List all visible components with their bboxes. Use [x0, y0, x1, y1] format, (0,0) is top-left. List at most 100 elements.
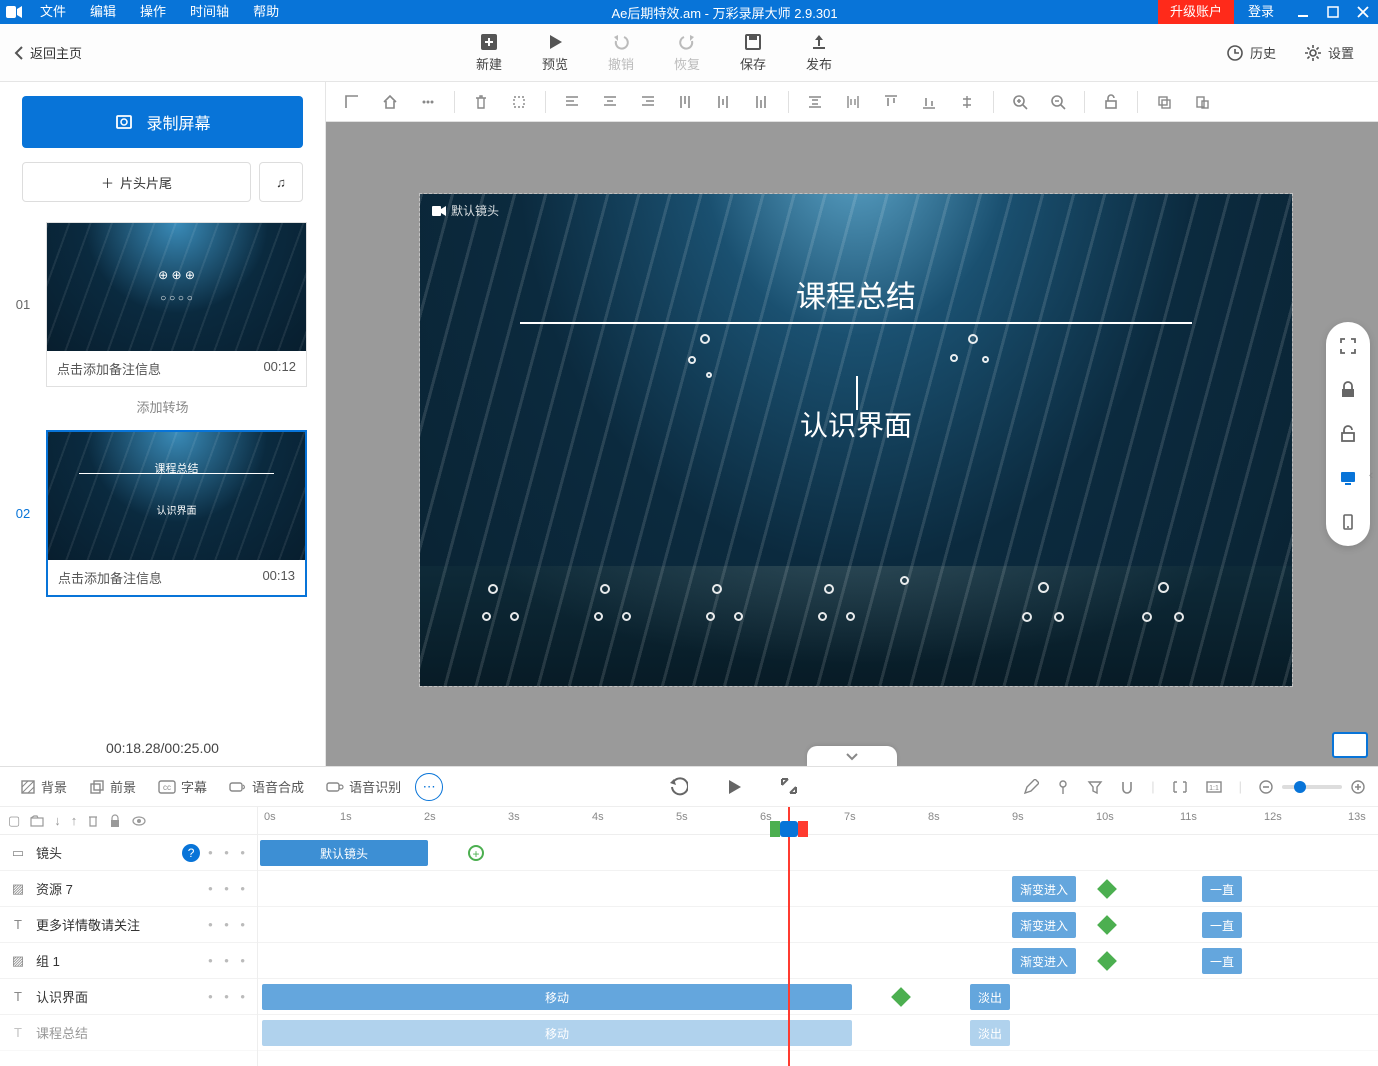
tab-subtitle[interactable]: cc字幕 [150, 773, 215, 800]
tab-asr[interactable]: 语音识别 [318, 773, 409, 800]
visibility-icon[interactable] [131, 815, 147, 827]
menu-file[interactable]: 文件 [28, 0, 78, 24]
track-options[interactable]: • • • [208, 881, 249, 896]
redo-button[interactable]: 恢复 [674, 32, 700, 73]
zoom-slider[interactable] [1282, 785, 1342, 789]
publish-button[interactable]: 发布 [806, 32, 832, 73]
clip[interactable]: 渐变进入 [1012, 876, 1076, 902]
rewind-icon[interactable] [668, 777, 688, 797]
clip[interactable]: 一直 [1202, 912, 1242, 938]
canvas-stage[interactable]: 默认镜头 课程总结 认识界面 [326, 122, 1378, 766]
close-button[interactable] [1348, 0, 1378, 24]
track-row[interactable]: ▨ 组 1 • • • [0, 943, 257, 979]
zoom-in-tl[interactable] [1350, 779, 1366, 795]
filter-icon[interactable] [1087, 779, 1103, 795]
track-options[interactable]: • • • [208, 845, 249, 860]
clip[interactable]: 一直 [1202, 876, 1242, 902]
fullscreen-icon[interactable] [1334, 332, 1362, 360]
track[interactable]: 移动 淡出 [258, 1015, 1378, 1051]
tab-more[interactable]: ⋯ [415, 773, 443, 801]
track-row[interactable]: T 更多详情敬请关注 • • • [0, 907, 257, 943]
keyframe[interactable] [891, 987, 911, 1007]
more-icon[interactable] [410, 86, 446, 118]
history-button[interactable]: 历史 [1226, 43, 1276, 62]
home-icon[interactable] [372, 86, 408, 118]
upgrade-button[interactable]: 升级账户 [1158, 0, 1234, 24]
clip[interactable]: 淡出 [970, 1020, 1010, 1046]
help-icon[interactable]: ? [182, 844, 200, 862]
login-button[interactable]: 登录 [1234, 0, 1288, 24]
track-row[interactable]: T 课程总结 [0, 1015, 257, 1051]
menu-help[interactable]: 帮助 [241, 0, 291, 24]
zoom-out-icon[interactable] [1040, 86, 1076, 118]
align-right-icon[interactable] [630, 86, 666, 118]
align-top2-icon[interactable] [873, 86, 909, 118]
move-down-icon[interactable]: ↓ [54, 813, 61, 828]
track-row[interactable]: ▨ 资源 7 • • • [0, 871, 257, 907]
scene-item[interactable]: 01 ⊕ ⊕ ⊕ ○ ○ ○ ○ 点击添加备注信息 00:12 [0, 216, 325, 389]
lock-track-icon[interactable] [109, 814, 121, 828]
add-music-button[interactable]: ♫ [259, 162, 303, 202]
add-keyframe[interactable]: + [468, 845, 484, 861]
marker-icon[interactable] [1055, 779, 1071, 795]
track-options[interactable]: • • • [208, 917, 249, 932]
align-middle-icon[interactable] [706, 86, 742, 118]
bracket-icon[interactable] [1171, 780, 1189, 794]
mobile-icon[interactable] [1334, 508, 1362, 536]
unlock2-icon[interactable] [1334, 420, 1362, 448]
undo-button[interactable]: 撤销 [608, 32, 634, 73]
menu-timeline[interactable]: 时间轴 [178, 0, 241, 24]
delete-track-icon[interactable] [87, 814, 99, 828]
clip[interactable]: 渐变进入 [1012, 948, 1076, 974]
snap-icon[interactable] [1119, 779, 1135, 795]
settings-button[interactable]: 设置 [1304, 43, 1354, 62]
copy-icon[interactable] [1146, 86, 1182, 118]
track-options[interactable]: • • • [208, 953, 249, 968]
timeline-ruler[interactable]: 0s 1s 2s 3s 4s 5s 6s 7s 8s 9s 10s 11s 12… [258, 807, 1378, 835]
edit-icon[interactable] [1023, 779, 1039, 795]
scene-note[interactable]: 点击添加备注信息 [58, 568, 162, 587]
new-button[interactable]: 新建 [476, 32, 502, 73]
track-row[interactable]: ▭ 镜头 ? • • • [0, 835, 257, 871]
paste-icon[interactable] [1184, 86, 1220, 118]
unlock-icon[interactable] [1093, 86, 1129, 118]
tab-foreground[interactable]: 前景 [81, 773, 144, 800]
stage-content[interactable]: 默认镜头 课程总结 认识界面 [420, 194, 1292, 686]
preview-button[interactable]: 预览 [542, 32, 568, 73]
display-icon[interactable] [1332, 732, 1368, 758]
track[interactable]: 渐变进入 一直 [258, 871, 1378, 907]
align-left-icon[interactable] [554, 86, 590, 118]
delete-icon[interactable] [463, 86, 499, 118]
clip[interactable]: 一直 [1202, 948, 1242, 974]
zoom-in-icon[interactable] [1002, 86, 1038, 118]
distribute-h-icon[interactable] [797, 86, 833, 118]
expand-icon[interactable] [780, 777, 798, 797]
clip[interactable]: 淡出 [970, 984, 1010, 1010]
add-transition-button[interactable]: 添加转场 [0, 389, 325, 424]
keyframe[interactable] [1097, 951, 1117, 971]
keyframe[interactable] [1097, 879, 1117, 899]
zoom-out-tl[interactable] [1258, 779, 1274, 795]
collapse-tab[interactable] [807, 746, 897, 766]
clip[interactable]: 默认镜头 [260, 840, 428, 866]
track-options[interactable]: • • • [208, 989, 249, 1004]
desktop-icon[interactable] [1334, 464, 1362, 492]
track[interactable]: 默认镜头 + [258, 835, 1378, 871]
minimize-button[interactable] [1288, 0, 1318, 24]
menu-edit[interactable]: 编辑 [78, 0, 128, 24]
expand-arrow[interactable]: ‹ [1364, 444, 1378, 504]
add-track-icon[interactable]: ▢ [8, 813, 20, 829]
clip[interactable]: 移动 [262, 984, 852, 1010]
align-bottom-icon[interactable] [744, 86, 780, 118]
track[interactable]: 移动 淡出 [258, 979, 1378, 1015]
track[interactable]: 渐变进入 一直 [258, 907, 1378, 943]
move-up-icon[interactable]: ↑ [71, 813, 78, 828]
menu-action[interactable]: 操作 [128, 0, 178, 24]
ruler-icon[interactable] [334, 86, 370, 118]
track-row[interactable]: T 认识界面 • • • [0, 979, 257, 1015]
add-clip-button[interactable]: ＋ 片头片尾 [22, 162, 251, 202]
track[interactable]: 渐变进入 一直 [258, 943, 1378, 979]
lock-icon[interactable] [1334, 376, 1362, 404]
align-center-icon[interactable] [592, 86, 628, 118]
scene-note[interactable]: 点击添加备注信息 [57, 359, 161, 378]
